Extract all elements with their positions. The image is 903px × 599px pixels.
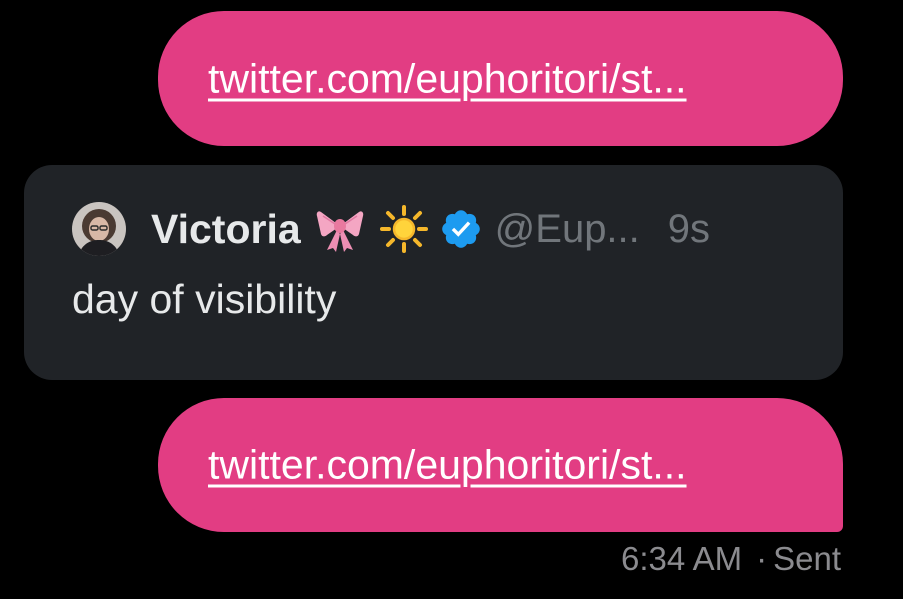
verified-badge-icon [439,207,483,251]
tweet-card-header: Victoria @Eup... 9s [50,200,710,258]
status-separator: · [756,540,768,577]
tweet-timestamp: 9s [667,206,711,251]
tweet-preview-card[interactable] [24,165,843,380]
ribbon-icon [315,204,365,254]
sent-message-bubble[interactable]: twitter.com/euphoritori/st... [158,398,843,532]
author-display-name[interactable]: Victoria [151,206,301,253]
avatar[interactable] [72,202,126,256]
tweet-text: day of visibility [72,276,337,322]
sent-message-bubble[interactable]: twitter.com/euphoritori/st... [158,11,843,146]
message-time: 6:34 AM [621,540,743,577]
author-handle[interactable]: @Eup... [495,207,640,252]
message-link[interactable]: twitter.com/euphoritori/st... [208,55,687,102]
message-link[interactable]: twitter.com/euphoritori/st... [208,442,687,489]
delivery-status: Sent [773,540,841,577]
sun-icon [379,204,429,254]
message-status: 6:34 AM · Sent [621,540,841,578]
